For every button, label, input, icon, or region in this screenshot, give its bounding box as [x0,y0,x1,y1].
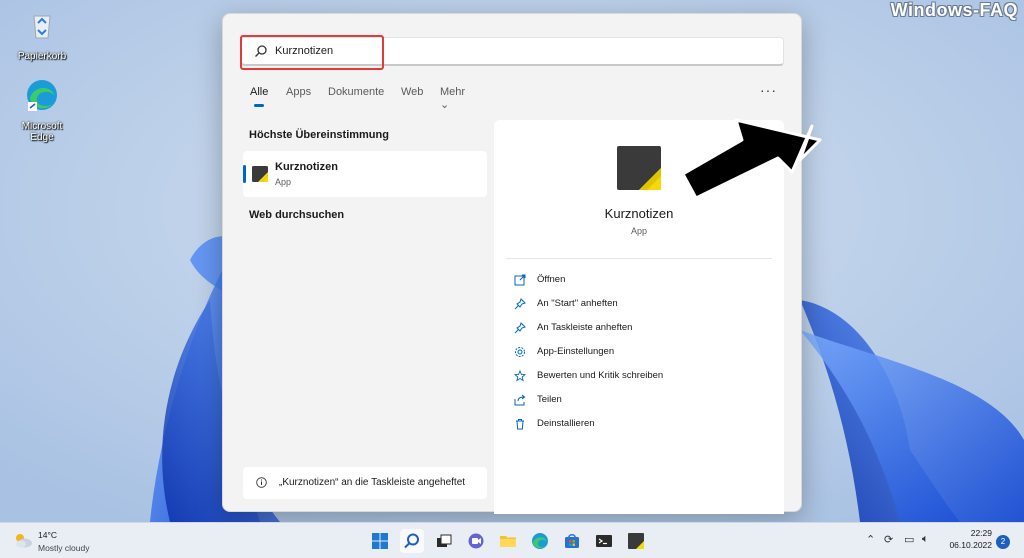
best-match-heading: Höchste Übereinstimmung [249,129,389,141]
info-icon [256,477,267,488]
edge-taskbar-button[interactable] [528,529,552,553]
task-view-icon [437,534,452,547]
action-pin-start[interactable]: An "Start" anheften [514,296,774,320]
result-type: App [275,177,292,187]
detail-app-name: Kurznotizen [604,206,674,221]
start-button[interactable] [368,529,392,553]
annotation-arrow-icon [681,118,822,200]
tab-apps[interactable]: Apps [286,86,311,98]
trash-icon [516,419,524,430]
action-open[interactable]: Öffnen [514,272,774,296]
action-label: Teilen [537,394,562,405]
weather-description: Mostly cloudy [38,543,90,553]
tab-all[interactable]: Alle [250,86,268,107]
star-icon [514,370,526,382]
tab-more[interactable]: Mehr ⌄ [440,86,465,111]
clock-date: 06.10.2022 [949,540,992,550]
divider [506,258,772,259]
result-name: Kurznotizen [275,161,338,173]
open-icon [514,274,526,286]
store-button[interactable] [560,529,584,553]
desktop-icon-label: Microsoft Edge [21,121,63,143]
chat-button[interactable] [464,529,488,553]
notification-text: „Kurznotizen“ an die Taskleiste angeheft… [279,477,466,488]
share-icon [514,394,526,406]
gear-icon [515,347,525,357]
taskbar-search-button[interactable] [400,529,424,553]
search-panel: Alle Apps Dokumente Web Mehr ⌄ ··· Höchs… [222,13,802,514]
terminal-button[interactable] [592,529,616,553]
store-icon [565,534,579,548]
highlight-box [240,35,384,70]
chevron-up-icon[interactable]: ⌃ [866,533,875,546]
sticky-notes-icon [628,533,644,549]
sticky-notes-icon [252,166,268,182]
detail-app-type: App [630,226,647,236]
selection-indicator [243,165,246,183]
recycle-bin-icon [33,15,51,39]
sticky-notes-taskbar-button[interactable] [624,529,648,553]
file-explorer-button[interactable] [496,529,520,553]
web-search-heading[interactable]: Web durchsuchen [249,209,344,221]
watermark: Windows-FAQ [890,0,1018,20]
edge-icon [27,80,57,111]
task-view-button[interactable] [432,529,456,553]
tab-documents[interactable]: Dokumente [328,86,384,98]
sync-icon[interactable]: ⟳ [884,533,893,546]
taskbar: 14°C Mostly cloudy ⌃ ⟳ ▭ 🔈︎ 22:29 06.10.… [0,522,1024,558]
chat-icon [468,533,484,549]
clock[interactable]: 22:29 06.10.2022 [944,528,992,550]
action-list: Öffnen An "Start" anheften An Taskleiste… [514,272,774,440]
pin-icon [514,298,526,310]
pin-icon [514,322,526,334]
file-explorer-icon [500,536,516,547]
search-icon [404,533,419,549]
notification-badge[interactable]: 2 [996,535,1010,549]
action-uninstall[interactable]: Deinstallieren [514,416,774,440]
best-match-result[interactable]: Kurznotizen App [243,151,487,197]
start-icon [372,533,388,549]
desktop-icon-label: Papierkorb [17,51,67,62]
action-label: Bewerten und Kritik schreiben [537,370,664,381]
action-label: An Taskleiste anheften [537,322,633,333]
action-label: Deinstallieren [537,418,595,429]
action-pin-taskbar[interactable]: An Taskleiste anheften [514,320,774,344]
desktop-icon-recycle-bin[interactable]: Papierkorb [10,8,74,62]
action-label: App-Einstellungen [537,346,615,357]
tab-web[interactable]: Web [401,86,423,98]
action-app-settings[interactable]: App-Einstellungen [514,344,774,368]
display-icon[interactable]: ▭ [904,533,914,546]
action-label: Öffnen [537,274,566,285]
more-options-button[interactable]: ··· [760,82,777,98]
sticky-notes-icon [617,146,661,190]
action-share[interactable]: Teilen [514,392,774,416]
pinned-notification: „Kurznotizen“ an die Taskleiste angeheft… [243,467,487,499]
edge-icon [532,533,548,549]
clock-time: 22:29 [970,528,992,538]
action-rate-review[interactable]: Bewerten und Kritik schreiben [514,368,774,392]
cloudy-weather-icon [16,534,32,548]
weather-temperature: 14°C [38,530,57,540]
terminal-icon [596,535,612,547]
desktop-icon-edge[interactable]: Microsoft Edge [10,78,74,143]
weather-widget[interactable]: 14°C Mostly cloudy [12,529,122,555]
action-label: An "Start" anheften [537,298,618,309]
volume-icon[interactable]: 🔈︎ [922,533,929,546]
